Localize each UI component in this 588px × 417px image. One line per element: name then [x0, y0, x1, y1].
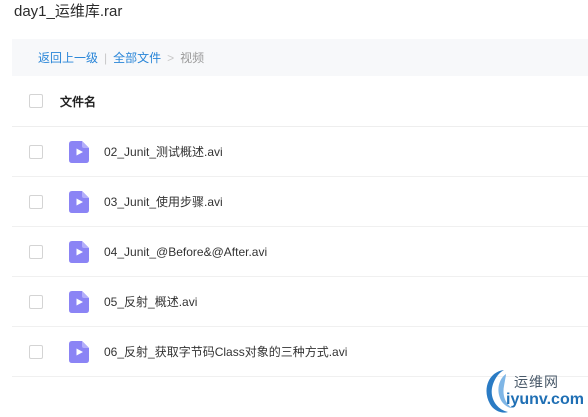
video-file-icon [69, 190, 89, 213]
file-name[interactable]: 03_Junit_使用步骤.avi [104, 193, 223, 210]
archive-title: day1_运维库.rar [14, 3, 123, 20]
video-file-icon [69, 290, 89, 313]
row-checkbox[interactable] [29, 294, 43, 309]
row-checkbox[interactable] [29, 194, 43, 209]
all-files-link[interactable]: 全部文件 [113, 49, 161, 66]
watermark-chinese: 运维网 [514, 374, 559, 390]
table-row[interactable]: 04_Junit_@Before&@After.avi [12, 227, 588, 277]
file-browser-page: day1_运维库.rar 返回上一级 | 全部文件 > 视频 文件名 02_Ju… [0, 0, 588, 417]
file-name[interactable]: 04_Junit_@Before&@After.avi [104, 245, 267, 259]
table-row[interactable]: 05_反射_概述.avi [12, 277, 588, 327]
watermark: 运维网 iyunv.com [478, 364, 588, 417]
file-table: 文件名 02_Junit_测试概述.avi 03_Junit_使用步骤.avi [12, 76, 588, 377]
table-row[interactable]: 03_Junit_使用步骤.avi [12, 177, 588, 227]
video-file-icon [69, 340, 89, 363]
file-name[interactable]: 06_反射_获取字节码Class对象的三种方式.avi [104, 343, 347, 360]
column-header-filename: 文件名 [60, 94, 97, 109]
file-name[interactable]: 02_Junit_测试概述.avi [104, 143, 223, 160]
back-link[interactable]: 返回上一级 [38, 49, 98, 66]
watermark-domain: iyunv.com [506, 391, 584, 408]
video-file-icon [69, 240, 89, 263]
breadcrumb-chevron: > [167, 50, 175, 65]
breadcrumb: 返回上一级 | 全部文件 > 视频 [12, 39, 588, 76]
row-checkbox[interactable] [29, 344, 43, 359]
breadcrumb-current: 视频 [180, 51, 205, 65]
row-checkbox[interactable] [29, 244, 43, 259]
video-file-icon [69, 140, 89, 163]
row-checkbox[interactable] [29, 144, 43, 159]
table-header: 文件名 [12, 76, 588, 127]
select-all-checkbox[interactable] [29, 94, 43, 108]
breadcrumb-divider: | [104, 50, 108, 65]
file-name[interactable]: 05_反射_概述.avi [104, 293, 197, 310]
table-row[interactable]: 02_Junit_测试概述.avi [12, 127, 588, 177]
